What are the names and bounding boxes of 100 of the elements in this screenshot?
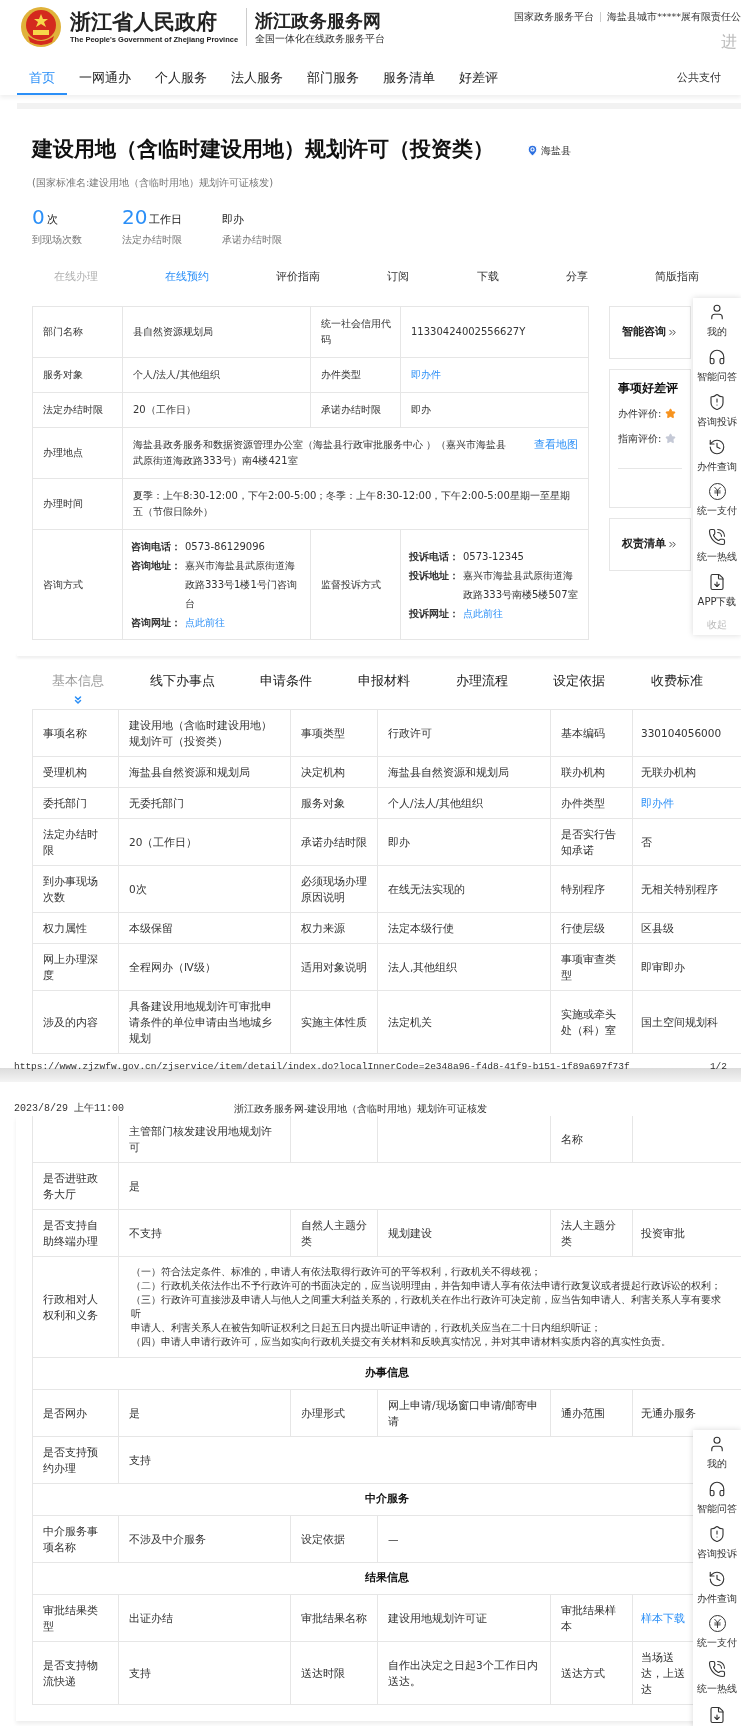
nav-item[interactable]: 部门服务 <box>295 62 371 95</box>
table-link[interactable]: 样本下载 <box>641 1610 685 1626</box>
sidebar-item[interactable]: 智能问答 <box>693 1475 741 1520</box>
cell-label: 监督投诉方式 <box>311 530 401 640</box>
nav-item[interactable]: 好差评 <box>447 62 510 95</box>
table-cell: 无委托部门 <box>119 788 291 819</box>
detail-tab[interactable]: 申报材料 <box>357 672 410 690</box>
rating-label: 指南评价: <box>618 432 662 446</box>
print-date: 2023/8/29 上午11:00 <box>14 1101 124 1116</box>
print-title: 浙江政务服务网-建设用地（含临时用地）规划许可证核发 <box>234 1101 488 1116</box>
table-cell: 区县级 <box>633 913 741 944</box>
detail-tab[interactable]: 收费标准 <box>650 672 703 690</box>
nav-item[interactable]: 服务清单 <box>371 62 447 95</box>
cell-label: 是否支持物流快递 <box>33 1642 119 1705</box>
cell-label: 是否支持预约办理 <box>33 1437 119 1484</box>
sidebar-item[interactable]: 办件查询 <box>693 433 741 478</box>
cell-label: 审批结果名称 <box>291 1595 378 1642</box>
action-link[interactable]: 下载 <box>476 268 499 286</box>
top-link[interactable]: 国家政务服务平台 <box>514 10 601 25</box>
table-cell: 海盐县自然资源和规划局 <box>378 757 551 788</box>
nav-item[interactable]: 一网通办 <box>67 62 143 95</box>
cell-label: 事项名称 <box>33 710 119 757</box>
stat-label: 到现场次数 <box>32 233 82 247</box>
chevrons-right-icon <box>667 327 678 338</box>
table-cell: 法定本级行使 <box>378 913 551 944</box>
action-link[interactable]: 分享 <box>565 268 588 286</box>
table-cell: 个人/法人/其他组织 <box>378 788 551 819</box>
standard-name: (国家标准名:建设用地（含临时用地）规划许可证核发) <box>32 176 275 190</box>
contact-link[interactable]: 点此前往 <box>459 603 503 623</box>
stat-unit: 工作日 <box>149 212 183 228</box>
table-cell: 行政许可 <box>378 710 551 757</box>
card-title: 事项好差评 <box>618 380 678 396</box>
cell-label: 服务对象 <box>291 788 378 819</box>
nav-item[interactable]: 个人服务 <box>143 62 219 95</box>
shield-alert-icon <box>708 1524 726 1543</box>
table-cell: 建设用地（含临时建设用地）规划许可（投资类） <box>119 710 291 757</box>
table-cell: 即办 <box>378 819 551 866</box>
cell-label: 权力属性 <box>33 913 119 944</box>
nav-item[interactable]: 首页 <box>17 62 67 95</box>
cell-label: 委托部门 <box>33 788 119 819</box>
table-cell: 是 <box>119 1390 291 1437</box>
star-icon[interactable] <box>665 408 677 419</box>
user-icon <box>708 1434 726 1453</box>
nav-item[interactable]: 法人服务 <box>219 62 295 95</box>
sidebar-item[interactable]: 统一热线 <box>693 523 741 568</box>
detail-tab[interactable]: 办理流程 <box>455 672 508 690</box>
table-cell: 不支持 <box>119 1210 291 1257</box>
detail-tab[interactable]: 设定依据 <box>553 672 606 690</box>
table-cell: 法定机关 <box>378 991 551 1054</box>
sidebar-item[interactable]: 统一支付 <box>693 478 741 523</box>
action-link[interactable]: 评价指南 <box>276 268 321 286</box>
detail-tab[interactable]: 线下办事点 <box>149 672 215 690</box>
government-name: 浙江省人民政府 <box>70 9 218 35</box>
contact-value: 嘉兴市海盐县武原街道海政路333号南楼5楼507室 <box>462 568 579 602</box>
action-link[interactable]: 在线预约 <box>165 268 210 286</box>
cell-label: 是否网办 <box>33 1390 119 1437</box>
phone-icon <box>708 527 726 546</box>
item-title: 建设用地（含临时建设用地）规划许可（投资类） <box>32 136 494 164</box>
cell-label: 受理机构 <box>33 757 119 788</box>
user-icon <box>708 302 726 321</box>
stat-value: 0 <box>32 205 45 229</box>
cell-label: 必须现场办理原因说明 <box>291 866 378 913</box>
table-cell: 20（工作日） <box>123 393 311 428</box>
cell-label: 是否实行告知承诺 <box>551 819 633 866</box>
cell-label: 权力来源 <box>291 913 378 944</box>
sidebar-item[interactable]: 咨询投诉 <box>693 388 741 433</box>
cell-label: 特别程序 <box>551 866 633 913</box>
cell-label: 办件类型 <box>311 358 401 393</box>
star-icon[interactable] <box>665 433 677 444</box>
table-link[interactable]: 即办件 <box>641 795 674 811</box>
action-link[interactable]: 简版指南 <box>654 268 699 286</box>
table-link[interactable]: 即办件 <box>411 367 441 383</box>
sidebar-item[interactable]: 智能问答 <box>693 343 741 388</box>
table-cell: 国土空间规划科 <box>633 991 741 1054</box>
location-icon <box>526 143 539 157</box>
table-cell: 建设用地规划许可证 <box>378 1595 551 1642</box>
sidebar-item[interactable]: 咨询投诉 <box>693 1520 741 1565</box>
phone-icon <box>708 1659 726 1678</box>
top-link[interactable]: 海盐县城市*****展有限责任公 <box>601 10 741 25</box>
table-cell: 海盐县自然资源和规划局 <box>119 757 291 788</box>
sidebar-item[interactable]: 我的 <box>693 298 741 343</box>
detail-tab[interactable]: 申请条件 <box>260 672 313 690</box>
table-cell: 规划建设 <box>378 1210 551 1257</box>
shield-alert-icon <box>708 392 726 411</box>
sidebar-item[interactable]: 统一热线 <box>693 1655 741 1700</box>
table-cell: 否 <box>633 819 741 866</box>
cell-label: 事项类型 <box>291 710 378 757</box>
contact-link[interactable]: 点此前往 <box>181 613 225 632</box>
action-link[interactable]: 订阅 <box>387 268 410 286</box>
stat-label: 承诺办结时限 <box>222 233 283 247</box>
side-card[interactable]: 智能咨询 <box>609 306 691 359</box>
cell-label: 名称 <box>551 1116 633 1163</box>
map-link[interactable]: 查看地图 <box>534 437 578 454</box>
contact-value: 嘉兴市海盐县武原街道海政路333号1楼1号门咨询台 <box>184 559 298 611</box>
cell-label: 实施主体性质 <box>291 991 378 1054</box>
contact-value: 0573-86129096 <box>184 540 265 554</box>
side-card[interactable]: 权责清单 <box>609 518 691 571</box>
history-icon <box>708 437 726 456</box>
nav-item[interactable]: 公共支付 <box>677 62 721 95</box>
sidebar-item[interactable]: APP下载 <box>693 568 741 613</box>
